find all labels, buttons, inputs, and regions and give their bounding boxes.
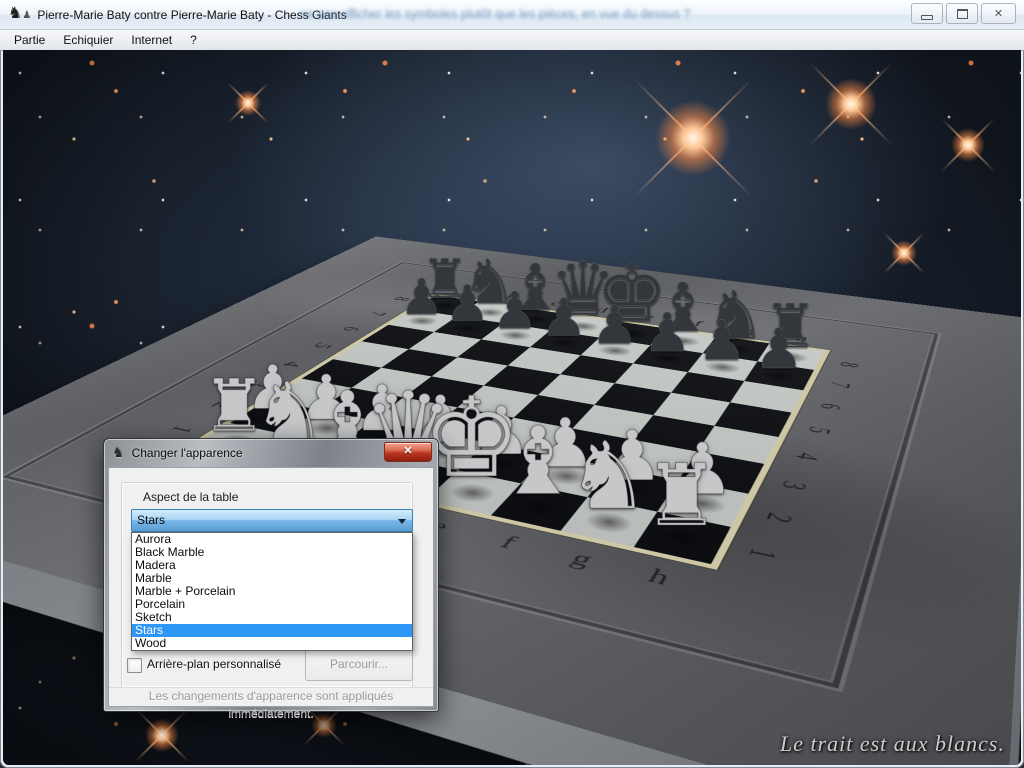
glass-ghost-text: ne pas afficher les symboles plutôt que …: [300, 7, 700, 21]
dialog-status-text: Les changements d'apparence sont appliqu…: [109, 687, 433, 706]
minimize-icon: [921, 15, 933, 20]
dialog-title-bar[interactable]: ♞ Changer l'apparence ✕: [104, 439, 438, 467]
appearance-option[interactable]: Porcelain: [132, 598, 412, 611]
title-bar: ♞♟ Pierre-Marie Baty contre Pierre-Marie…: [0, 0, 1024, 30]
maximize-button[interactable]: [946, 3, 978, 24]
dialog-body: Aspect de la table Stars AuroraBlack Mar…: [108, 467, 434, 707]
browse-button[interactable]: Parcourir...: [305, 649, 413, 681]
dialog-close-icon: ✕: [403, 445, 412, 457]
appearance-dialog: ♞ Changer l'apparence ✕ Aspect de la tab…: [103, 438, 439, 712]
appearance-option[interactable]: Wood: [132, 637, 412, 650]
appearance-option[interactable]: Stars: [132, 624, 412, 637]
piece-white-rook[interactable]: ♜: [604, 454, 760, 540]
menu-bar: PartieEchiquierInternet?: [0, 30, 1024, 51]
menu-item-help[interactable]: ?: [181, 31, 206, 50]
chess-knight-app-icon: ♞♟: [8, 5, 31, 24]
menu-item-partie[interactable]: Partie: [5, 31, 54, 50]
menu-item-echiquier[interactable]: Echiquier: [54, 31, 122, 50]
custom-background-checkbox[interactable]: [127, 658, 142, 673]
dialog-knight-icon: ♞: [112, 445, 125, 461]
close-button[interactable]: ✕: [981, 3, 1016, 24]
close-icon: ✕: [994, 7, 1003, 20]
appearance-listbox[interactable]: AuroraBlack MarbleMaderaMarbleMarble + P…: [131, 532, 413, 651]
dialog-title: Changer l'apparence: [132, 446, 243, 460]
maximize-icon: [957, 9, 968, 19]
combobox-value: Stars: [137, 513, 165, 527]
groupbox-label: Aspect de la table: [139, 490, 242, 504]
appearance-option[interactable]: Madera: [132, 559, 412, 572]
menu-item-internet[interactable]: Internet: [122, 31, 181, 50]
minimize-button[interactable]: [911, 3, 943, 24]
appearance-option[interactable]: Sketch: [132, 611, 412, 624]
checkbox-label: Arrière-plan personnalisé: [147, 657, 281, 671]
window-controls: ✕: [911, 3, 1016, 24]
table-aspect-combobox[interactable]: Stars: [131, 509, 413, 532]
dialog-close-button[interactable]: ✕: [384, 442, 432, 462]
turn-status-text: Le trait est aux blancs.: [780, 731, 1005, 757]
chevron-down-icon: [398, 519, 406, 524]
main-window: ♞♟ Pierre-Marie Baty contre Pierre-Marie…: [0, 0, 1024, 768]
piece-black-pawn[interactable]: ♟: [721, 321, 836, 377]
